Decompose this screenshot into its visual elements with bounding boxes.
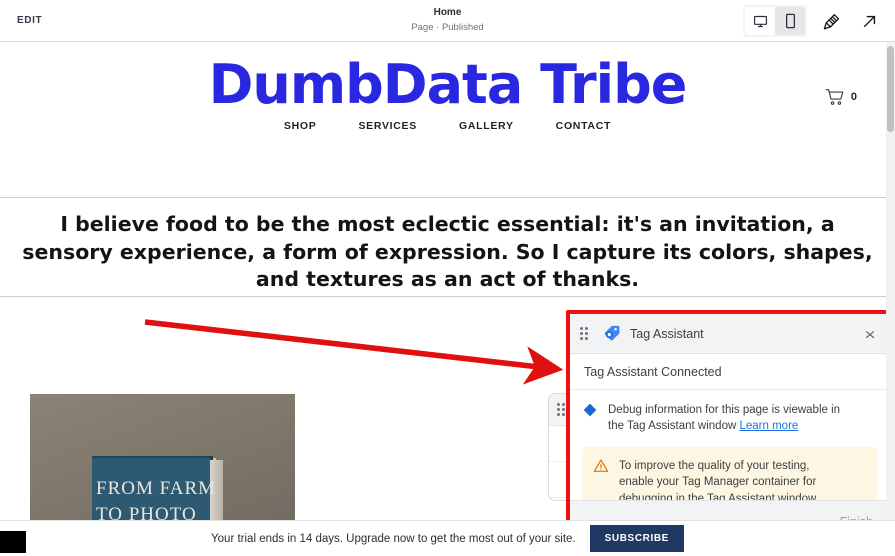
highlight-rectangle-annotation [566, 310, 893, 546]
desktop-icon [753, 15, 767, 27]
mobile-view-button[interactable] [775, 7, 805, 35]
shopping-cart-icon [825, 89, 844, 105]
mobile-icon [785, 13, 795, 29]
cart-button[interactable]: 0 [825, 88, 857, 106]
editor-top-bar: EDIT Home Page · Published [0, 0, 895, 42]
divider-top [0, 197, 895, 198]
divider-bottom [0, 296, 895, 297]
bottom-left-overlay [0, 531, 26, 553]
book-title-line1: FROM FARM [96, 478, 217, 499]
nav-item-services[interactable]: SERVICES [358, 120, 417, 132]
app-root: EDIT Home Page · Published DumbData Trib… [0, 0, 895, 556]
open-live-site-button[interactable] [855, 7, 883, 35]
site-nav: SHOP SERVICES GALLERY CONTACT [0, 120, 895, 132]
site-header: DumbData Tribe SHOP SERVICES GALLERY CON… [0, 42, 895, 197]
hero-headline: I believe food to be the most eclectic e… [22, 212, 873, 292]
subscribe-button[interactable]: SUBSCRIBE [589, 525, 684, 552]
nav-item-gallery[interactable]: GALLERY [459, 120, 514, 132]
desktop-view-button[interactable] [745, 7, 775, 35]
page-scrollbar-thumb[interactable] [887, 46, 894, 132]
paintbrush-icon [823, 13, 839, 29]
cart-count: 0 [850, 91, 857, 103]
external-link-icon [863, 15, 875, 27]
editor-toolbar-right [743, 5, 883, 37]
site-brand-title: DumbData Tribe [208, 53, 688, 116]
trial-banner: Your trial ends in 14 days. Upgrade now … [0, 520, 895, 556]
device-toggle-group [743, 5, 807, 37]
nav-item-shop[interactable]: SHOP [284, 120, 317, 132]
theme-paintbrush-button[interactable] [817, 7, 845, 35]
trial-message: Your trial ends in 14 days. Upgrade now … [211, 532, 576, 545]
nav-item-contact[interactable]: CONTACT [556, 120, 611, 132]
